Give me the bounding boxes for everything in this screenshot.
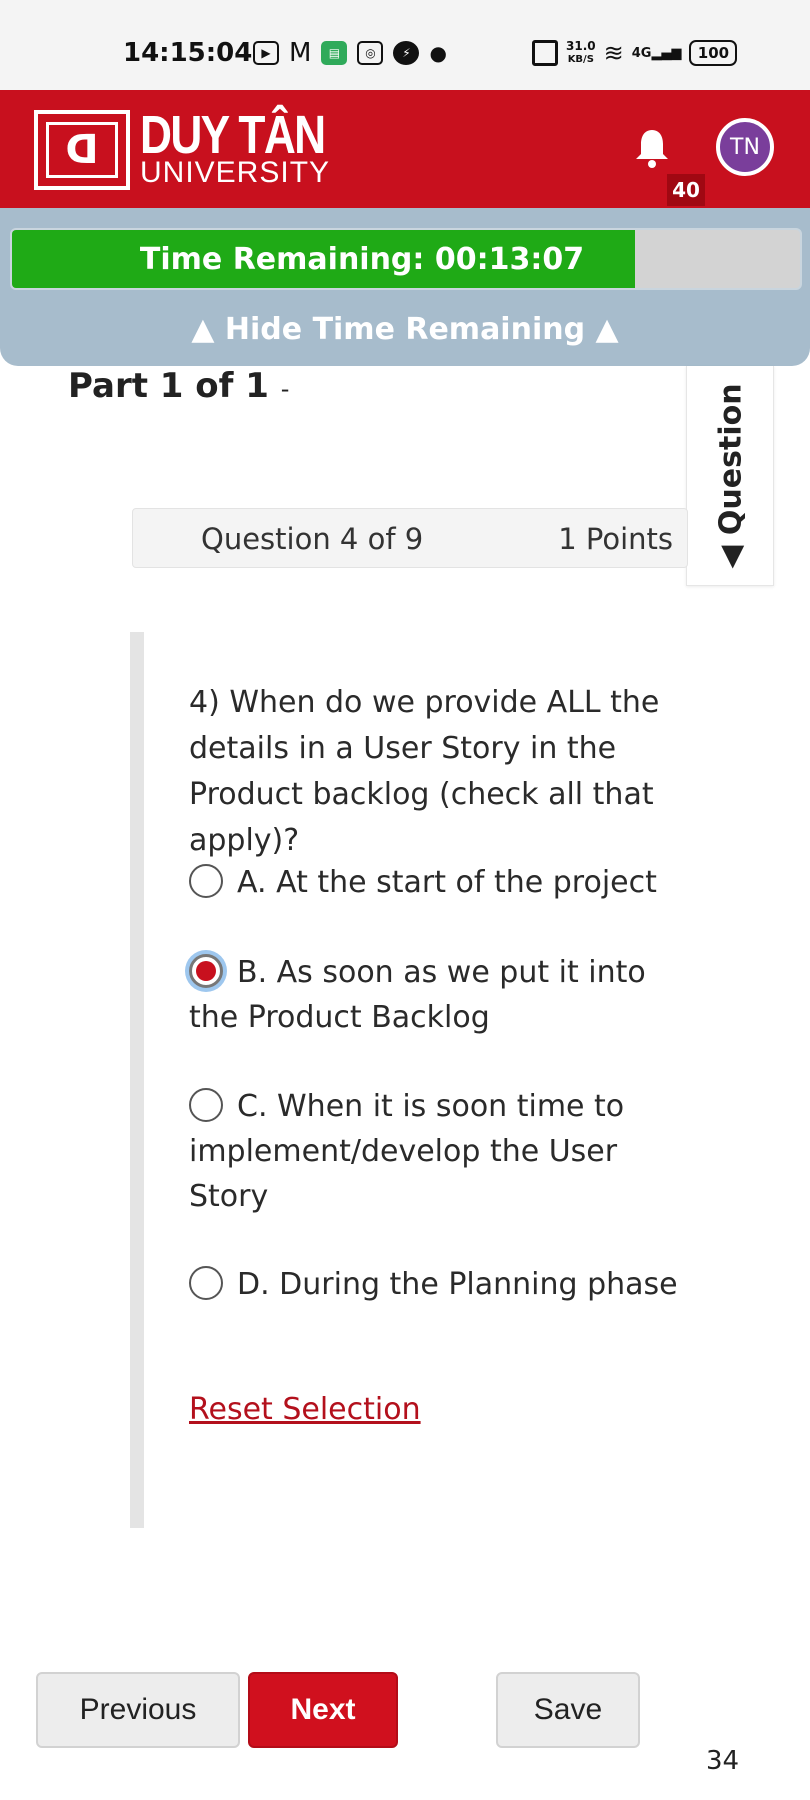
answer-option-d[interactable]: D. During the Planning phase	[189, 1262, 679, 1307]
notification-badge: 40	[667, 174, 705, 206]
option-d-label: D. During the Planning phase	[237, 1267, 678, 1302]
question-left-border	[130, 632, 144, 1528]
vibrate-icon	[532, 40, 558, 66]
gmail-icon: M	[289, 38, 312, 68]
answer-option-c[interactable]: C. When it is soon time to implement/dev…	[189, 1084, 679, 1219]
video-call-icon: ▶	[253, 41, 279, 65]
avatar[interactable]: TN	[716, 118, 774, 176]
answer-option-a[interactable]: A. At the start of the project	[189, 860, 679, 905]
save-button[interactable]: Save	[496, 1672, 640, 1748]
hide-time-remaining-toggle[interactable]: ▲ Hide Time Remaining ▲	[0, 312, 810, 347]
part-title-text: Part 1 of 1	[68, 366, 269, 406]
network-speed: 31.0 KB/S	[566, 40, 596, 66]
university-logo-mark[interactable]: ꓷ	[34, 110, 130, 190]
system-icons: 31.0 KB/S ≋ 4G▂▄▆ 100	[532, 36, 738, 70]
messenger-icon: ⚡	[393, 41, 420, 65]
network-speed-value: 31.0	[566, 39, 596, 53]
network-speed-unit: KB/S	[567, 54, 594, 65]
question-tab-label: ◀ Question	[713, 383, 749, 569]
logo-subtitle: UNIVERSITY	[140, 156, 331, 189]
option-b-label: B. As soon as we put it into the Product…	[189, 955, 646, 1035]
signal-icon: 4G▂▄▆	[631, 45, 682, 61]
option-c-label: C. When it is soon time to implement/dev…	[189, 1089, 625, 1214]
question-points: 1 Points	[558, 522, 673, 556]
battery-icon: 100	[689, 40, 738, 66]
question-header: Question 4 of 9 1 Points	[132, 508, 688, 568]
notification-icons: ▶ M ▤ ◎ ⚡ ●	[253, 38, 447, 68]
radio-button-b[interactable]	[189, 954, 223, 988]
question-list-tab[interactable]: ◀ Question	[686, 366, 774, 586]
app-icon: ▤	[321, 41, 348, 65]
battery-level: 100	[697, 44, 730, 62]
radio-button-d[interactable]	[189, 1266, 223, 1300]
status-time: 14:15:04	[123, 38, 253, 68]
timer-progress-bar: Time Remaining: 00:13:07	[10, 228, 802, 290]
logo-mark-glyph: ꓷ	[46, 122, 118, 178]
radio-button-c[interactable]	[189, 1088, 223, 1122]
answer-option-b[interactable]: B. As soon as we put it into the Product…	[189, 950, 679, 1040]
app-header: ꓷ DUY TÂN UNIVERSITY 40 TN	[0, 90, 810, 208]
bell-icon[interactable]	[632, 126, 672, 170]
wifi-icon: ≋	[603, 39, 624, 67]
status-bar: 14:15:04 ▶ M ▤ ◎ ⚡ ● 31.0 KB/S ≋ 4G▂▄▆ 1…	[0, 0, 810, 90]
question-counter: Question 4 of 9	[201, 522, 424, 556]
previous-button[interactable]: Previous	[36, 1672, 240, 1748]
time-remaining-label: Time Remaining: 00:13:07	[139, 241, 585, 277]
dot-icon: ●	[429, 41, 447, 65]
timer-panel: Time Remaining: 00:13:07 ▲ Hide Time Rem…	[0, 208, 810, 366]
instagram-icon: ◎	[357, 41, 384, 65]
page-number: 34	[706, 1746, 740, 1776]
reset-selection-link[interactable]: Reset Selection	[189, 1392, 421, 1427]
option-a-label: A. At the start of the project	[237, 865, 657, 900]
next-button[interactable]: Next	[248, 1672, 398, 1748]
question-text: 4) When do we provide ALL the details in…	[189, 685, 660, 858]
part-title: Part 1 of 1 -	[68, 366, 289, 406]
signal-label: 4G	[631, 45, 652, 61]
part-title-suffix: -	[280, 375, 290, 403]
radio-button-a[interactable]	[189, 864, 223, 898]
